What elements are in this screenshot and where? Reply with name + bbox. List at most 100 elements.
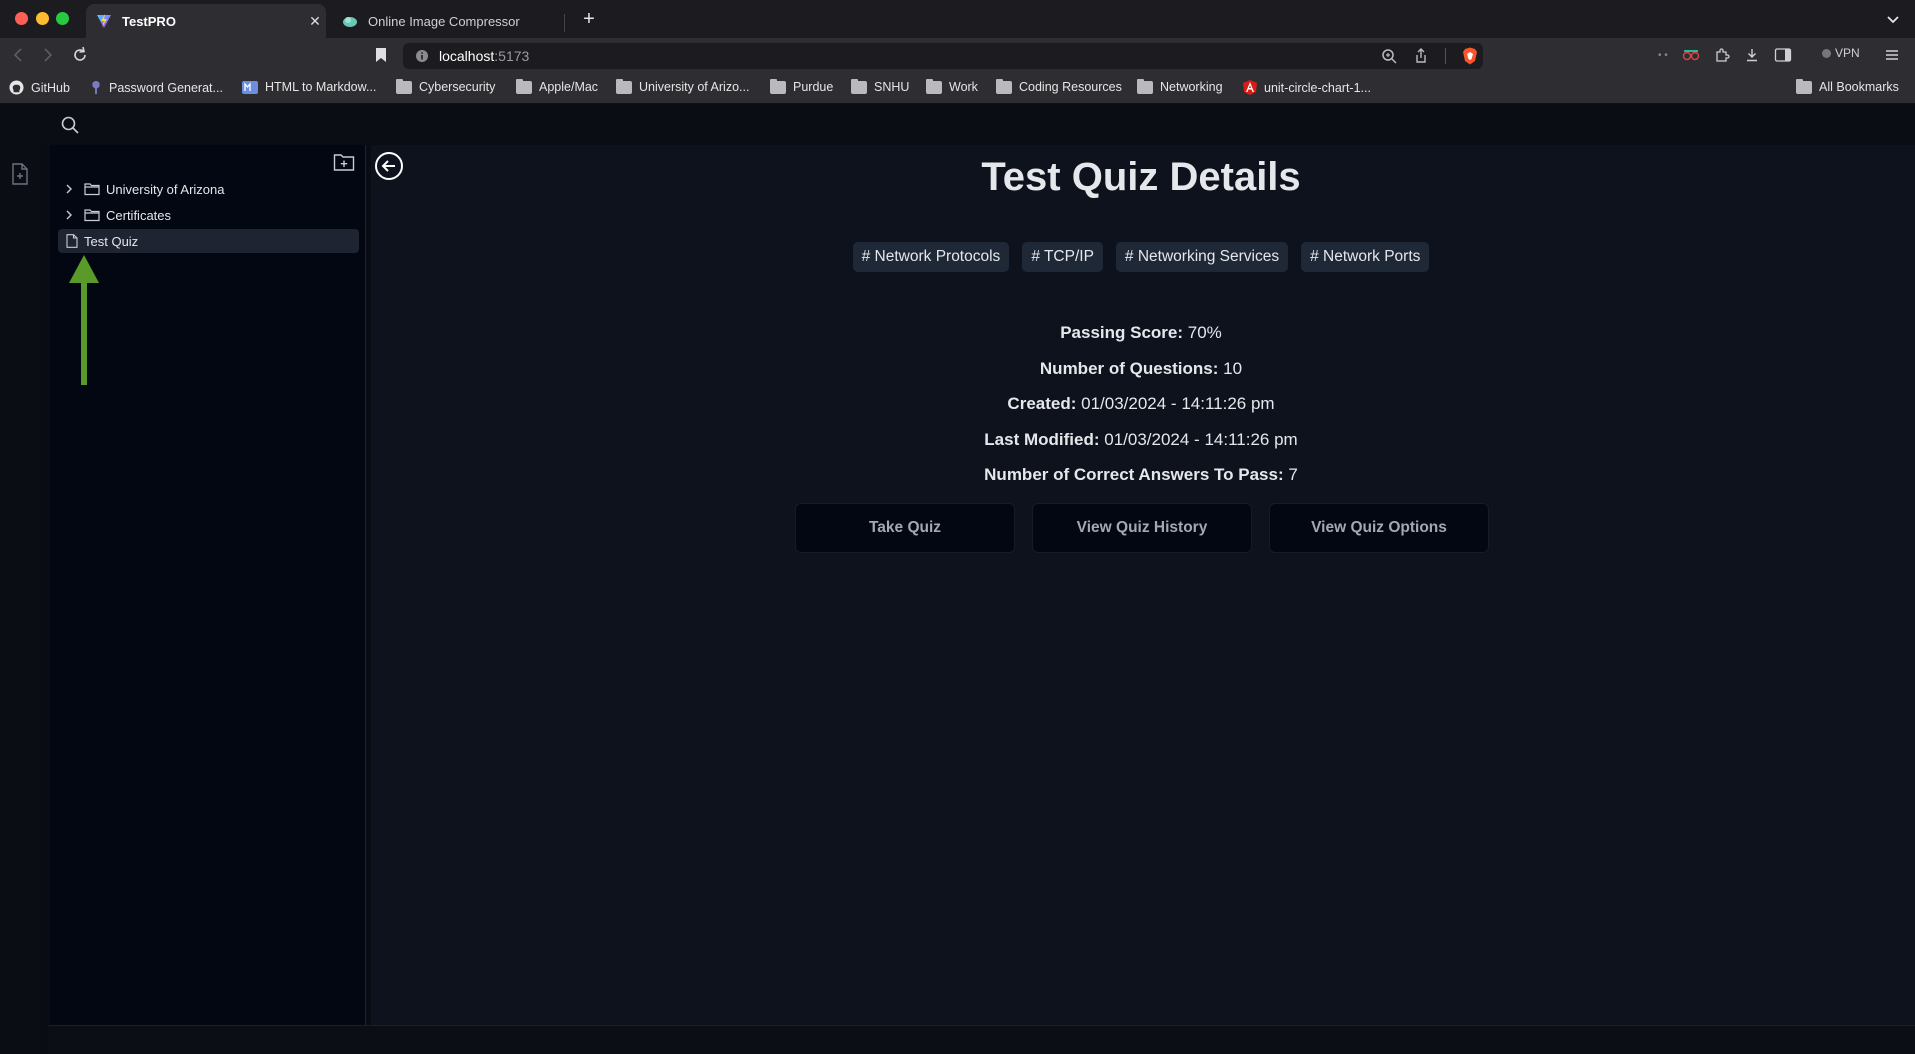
reload-icon[interactable] [70,45,90,65]
window-close-button[interactable] [15,12,28,25]
download-icon[interactable] [1744,47,1760,63]
zoom-icon[interactable] [1381,48,1397,64]
tag-list: # Network Protocols # TCP/IP # Networkin… [371,242,1911,272]
vpn-button[interactable]: VPN [1822,46,1860,60]
app-root: University of Arizona Certificates Test … [0,105,1915,1054]
detail-label: Last Modified: [984,429,1100,449]
tab-online-image-compressor[interactable]: Online Image Compressor [332,4,564,38]
detail-value: 01/03/2024 - 14:11:26 pm [1081,394,1275,413]
bookmark-label: All Bookmarks [1819,80,1899,94]
app-top-bar [0,105,1915,143]
new-tab-button[interactable]: + [578,8,600,30]
detail-label: Number of Correct Answers To Pass: [984,465,1284,484]
extension-dots-icon[interactable]: • • [1658,50,1668,61]
window-minimize-button[interactable] [36,12,49,25]
detail-label: Created: [1007,394,1077,413]
bookmark-password-generator[interactable]: Password Generat... [90,80,223,95]
folder-icon [996,78,1012,94]
tab-label: Online Image Compressor [368,13,520,29]
menu-icon[interactable] [1882,45,1902,65]
tree-item-label: Certificates [106,207,172,223]
glasses-extension-icon[interactable] [1682,47,1700,63]
tag-networking-services[interactable]: # Networking Services [1115,242,1289,272]
folder-icon [616,78,632,94]
browser-nav-bar: localhost:5173 • • VPN [0,38,1915,72]
bookmark-html-to-markdown[interactable]: HTML to Markdow... [242,80,376,94]
tree-item-label: Test Quiz [84,233,139,249]
tree-folder-certificates[interactable]: Certificates [58,203,358,227]
angular-icon [1243,80,1257,95]
up-arrow-annotation-icon [69,255,99,385]
app-status-bar [48,1025,1915,1054]
bookmark-page-icon[interactable] [371,45,391,65]
folder-icon [926,78,942,94]
github-icon [9,80,24,95]
detail-label: Number of Questions: [1039,358,1219,378]
bookmark-coding-resources[interactable]: Coding Resources [996,78,1122,94]
view-quiz-history-button[interactable]: View Quiz History [1032,503,1252,553]
folder-icon [1796,78,1812,94]
bookmark-github[interactable]: GitHub [9,80,70,95]
vite-icon [97,14,111,28]
extensions-puzzle-icon[interactable] [1714,47,1730,63]
key-icon [92,80,100,95]
vpn-label: VPN [1835,46,1860,60]
bookmark-label: Apple/Mac [539,80,599,94]
folder-icon [516,78,532,94]
detail-correct-answers-to-pass: Number of Correct Answers To Pass: 7 [371,457,1911,493]
sidebar-toggle-icon[interactable] [1774,47,1792,63]
bookmark-work[interactable]: Work [926,78,978,94]
window-zoom-button[interactable] [56,12,69,25]
bookmark-all-bookmarks[interactable]: All Bookmarks [1796,78,1899,94]
forward-nav-icon[interactable] [38,45,58,65]
folder-icon [770,78,786,94]
detail-value: 7 [1288,465,1298,484]
detail-label: Passing Score: [1060,323,1184,342]
bookmark-label: HTML to Markdow... [265,80,377,94]
left-rail [0,143,40,1054]
search-icon[interactable] [60,115,80,135]
tree-folder-university-of-arizona[interactable]: University of Arizona [58,177,358,201]
tree-item-label: University of Arizona [106,181,225,197]
bookmark-purdue[interactable]: Purdue [770,78,833,94]
share-icon[interactable] [1413,48,1429,64]
bookmark-apple-mac[interactable]: Apple/Mac [516,78,599,94]
bookmark-university-of-arizona[interactable]: University of Arizo... [616,78,750,94]
chevron-right-icon[interactable] [62,182,76,196]
view-quiz-options-button[interactable]: View Quiz Options [1269,503,1489,553]
take-quiz-button[interactable]: Take Quiz [795,503,1015,553]
page-title: Test Quiz Details [981,155,1301,199]
address-bar[interactable]: localhost:5173 [403,43,1483,69]
bookmark-label: Networking [1160,80,1223,94]
detail-passing-score: Passing Score: 70% [371,315,1911,351]
browser-tab-bar: TestPRO ✕ Online Image Compressor + [0,0,1915,38]
tag-network-ports[interactable]: # Network Ports [1301,242,1430,272]
back-nav-icon[interactable] [8,45,28,65]
bookmark-label: University of Arizo... [639,80,750,94]
new-file-icon[interactable] [11,163,29,185]
brave-shields-icon[interactable] [1462,47,1478,65]
bookmark-snhu[interactable]: SNHU [851,78,909,94]
markdown-icon [242,80,258,94]
detail-value: 70% [1187,323,1222,342]
tab-label: TestPRO [122,13,176,29]
new-folder-icon[interactable] [333,152,355,172]
folder-icon [84,209,100,222]
tab-testpro[interactable]: TestPRO ✕ [86,4,326,38]
url-port: :5173 [494,48,530,64]
bookmark-unit-circle-chart[interactable]: unit-circle-chart-1... [1243,80,1371,95]
file-tree-sidebar: University of Arizona Certificates Test … [50,145,366,1025]
site-info-icon[interactable] [415,49,429,63]
detail-created: Created: 01/03/2024 - 14:11:26 pm [371,386,1911,422]
tab-list-chevron-icon[interactable] [1883,10,1903,30]
chevron-right-icon[interactable] [62,208,76,222]
compressor-icon [343,17,357,27]
tree-file-test-quiz[interactable]: Test Quiz [58,229,359,253]
detail-number-of-questions: Number of Questions: 10 [371,351,1911,387]
tab-close-icon[interactable]: ✕ [304,13,326,30]
tag-network-protocols[interactable]: # Network Protocols [852,242,1010,272]
url-host: localhost [439,48,495,64]
tag-tcp-ip[interactable]: # TCP/IP [1022,242,1103,272]
bookmark-cybersecurity[interactable]: Cybersecurity [396,78,495,94]
bookmark-networking[interactable]: Networking [1137,78,1223,94]
